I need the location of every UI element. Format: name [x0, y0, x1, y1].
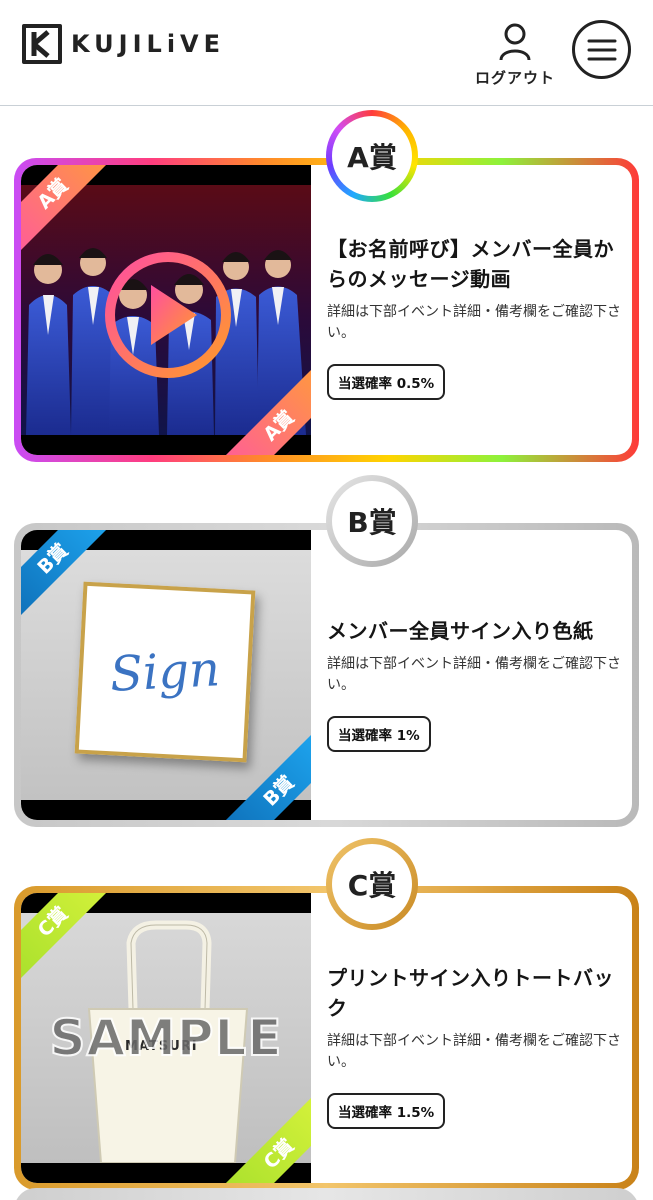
- prize-rank-badge: C賞: [326, 838, 418, 930]
- prize-title: プリントサイン入りトートバック: [327, 966, 614, 1020]
- play-icon[interactable]: [105, 252, 231, 378]
- prize-thumbnail[interactable]: Sign B賞 B賞: [21, 530, 311, 820]
- prize-frame: MATSURI SAMPLE C賞 C賞 プリントサイン入りトートバック 詳細は…: [14, 886, 639, 1190]
- prize-info: プリントサイン入りトートバック 詳細は下部イベント詳細・備考欄をご確認下さい。 …: [327, 963, 627, 1129]
- prize-card-a[interactable]: A賞 A賞 【お名前呼び】メンバー全員からのメッセージ動画 詳細は下部イベント詳…: [14, 110, 639, 462]
- logo[interactable]: KUJILiVE: [22, 24, 225, 64]
- sign-board-image: Sign: [74, 581, 256, 763]
- members-photo: [26, 248, 306, 435]
- prize-thumbnail[interactable]: MATSURI SAMPLE C賞 C賞: [21, 893, 311, 1183]
- next-prize-card-peek: [14, 1188, 639, 1200]
- hamburger-menu-button[interactable]: [572, 20, 631, 79]
- logout-button[interactable]: ログアウト: [470, 22, 560, 88]
- prize-frame: Sign B賞 B賞 メンバー全員サイン入り色紙 詳細は下部イベント詳細・備考欄…: [14, 523, 639, 827]
- prize-description: 詳細は下部イベント詳細・備考欄をご確認下さい。: [327, 656, 621, 693]
- logout-label: ログアウト: [474, 69, 555, 87]
- hamburger-menu-icon: [587, 39, 616, 60]
- prize-title: 【お名前呼び】メンバー全員からのメッセージ動画: [327, 237, 614, 291]
- prize-description: 詳細は下部イベント詳細・備考欄をご確認下さい。: [327, 304, 621, 341]
- kujilive-logo-icon: [22, 24, 62, 64]
- site-header: KUJILiVE ログアウト: [0, 0, 653, 106]
- prize-info: メンバー全員サイン入り色紙 詳細は下部イベント詳細・備考欄をご確認下さい。 当選…: [327, 616, 627, 752]
- prize-description: 詳細は下部イベント詳細・備考欄をご確認下さい。: [327, 1033, 621, 1070]
- user-icon: [499, 23, 531, 61]
- win-rate-badge: 当選確率 1.5%: [327, 1093, 446, 1129]
- prize-rank-badge: B賞: [326, 475, 418, 567]
- sample-watermark: SAMPLE: [48, 1008, 283, 1068]
- prize-rank-badge: A賞: [326, 110, 418, 202]
- win-rate-badge: 当選確率 1%: [327, 716, 431, 752]
- prize-card-b[interactable]: Sign B賞 B賞 メンバー全員サイン入り色紙 詳細は下部イベント詳細・備考欄…: [14, 475, 639, 827]
- page: KUJILiVE ログアウト A賞 A賞 【お名前呼び】メンバー全員からのメッセ…: [0, 0, 653, 1200]
- sign-text: Sign: [108, 641, 222, 703]
- prize-info: 【お名前呼び】メンバー全員からのメッセージ動画 詳細は下部イベント詳細・備考欄を…: [327, 234, 627, 400]
- logo-text: KUJILiVE: [71, 30, 226, 58]
- prize-card-c[interactable]: MATSURI SAMPLE C賞 C賞 プリントサイン入りトートバック 詳細は…: [14, 838, 639, 1190]
- prize-title: メンバー全員サイン入り色紙: [327, 619, 594, 643]
- prize-thumbnail[interactable]: A賞 A賞: [21, 165, 311, 455]
- prize-frame: A賞 A賞 【お名前呼び】メンバー全員からのメッセージ動画 詳細は下部イベント詳…: [14, 158, 639, 462]
- win-rate-badge: 当選確率 0.5%: [327, 364, 446, 400]
